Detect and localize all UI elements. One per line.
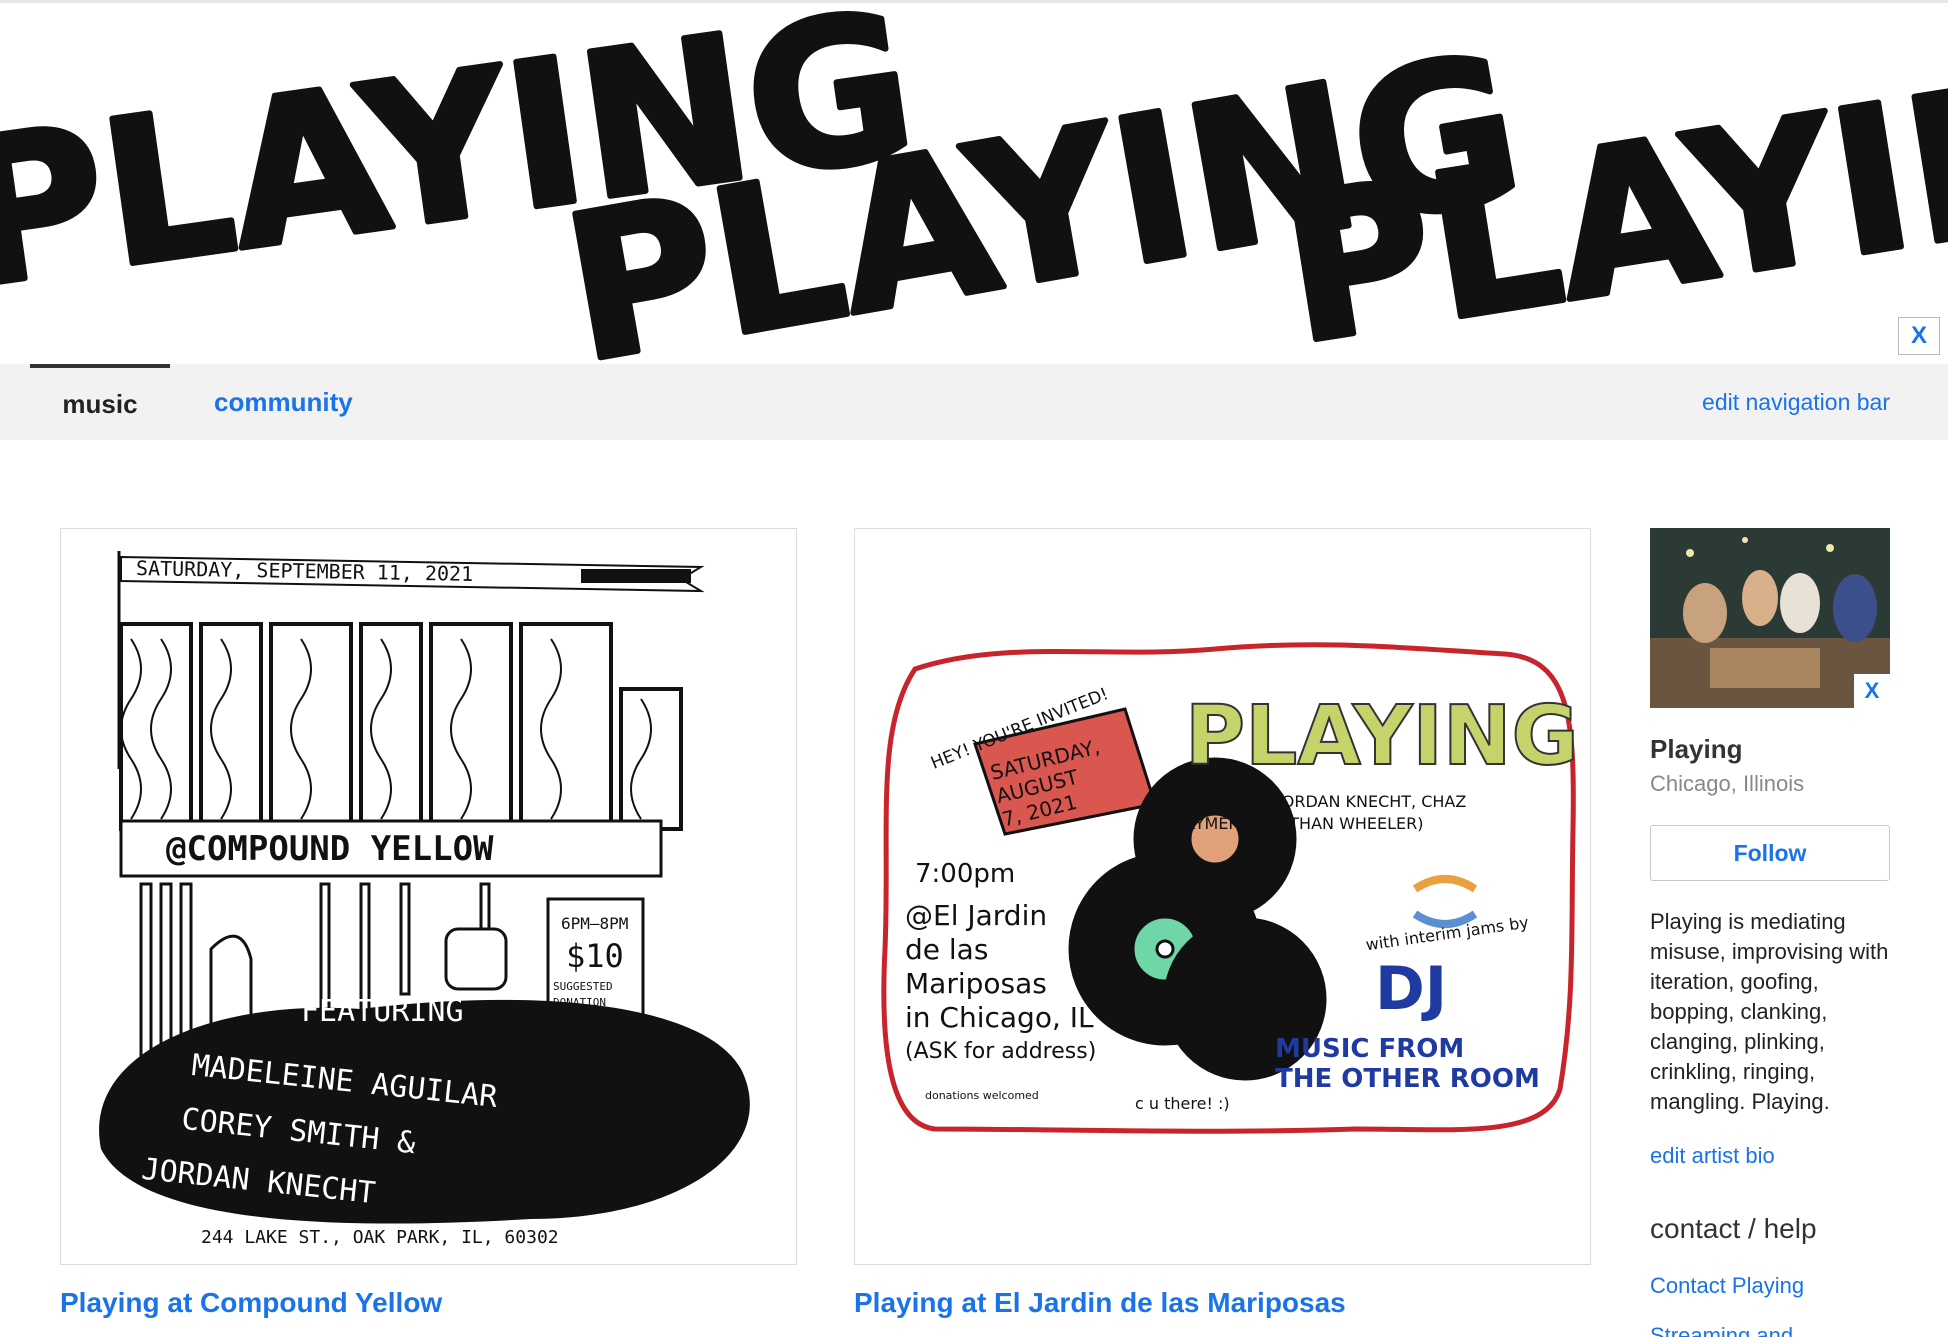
poster-headline: PLAYING bbox=[1184, 688, 1580, 785]
edit-navigation-bar-link[interactable]: edit navigation bar bbox=[1702, 364, 1890, 440]
poster-music-from: MUSIC FROM THE OTHER ROOM bbox=[1275, 1034, 1540, 1094]
poster-signoff: c u there! :) bbox=[1135, 1094, 1230, 1113]
poster-location-line: @El Jardin bbox=[905, 899, 1048, 932]
poster-music-line: THE OTHER ROOM bbox=[1275, 1064, 1540, 1094]
poster-location: @El Jardin de las Mariposas in Chicago, … bbox=[905, 899, 1096, 1069]
streaming-link[interactable]: Streaming and bbox=[1650, 1323, 1890, 1337]
release-title-link[interactable]: Playing at El Jardin de las Mariposas bbox=[854, 1287, 1591, 1319]
poster-location-line: Mariposas bbox=[905, 967, 1047, 1000]
artist-location: Chicago, Illinois bbox=[1650, 771, 1805, 796]
poster-location-line: in Chicago, IL bbox=[905, 1001, 1094, 1034]
close-photo-button[interactable]: X bbox=[1854, 674, 1890, 708]
artist-bio: Playing is mediating misuse, improvising… bbox=[1650, 909, 1889, 1114]
contact-artist-link[interactable]: Contact Playing bbox=[1650, 1273, 1890, 1299]
tab-music[interactable]: music bbox=[30, 364, 170, 440]
poster-price: $10 bbox=[566, 937, 624, 975]
tab-community[interactable]: community bbox=[214, 364, 353, 440]
release-title-link[interactable]: Playing at Compound Yellow bbox=[60, 1287, 797, 1319]
poster-note: SUGGESTED DONATION bbox=[553, 980, 613, 1009]
poster-address: 244 LAKE ST., OAK PARK, IL, 60302 bbox=[201, 1227, 559, 1248]
follow-button[interactable]: Follow bbox=[1650, 825, 1890, 881]
edit-artist-bio-link[interactable]: edit artist bio bbox=[1650, 1143, 1890, 1169]
navigation-bar: music community edit navigation bar bbox=[0, 364, 1948, 440]
contact-help-heading: contact / help bbox=[1650, 1213, 1817, 1244]
poster-location-line: de las bbox=[905, 933, 989, 966]
album-art[interactable]: HEY! YOU'RE INVITED! SATURDAY, AUGUST 7,… bbox=[854, 528, 1591, 1265]
header-banner: PLAYING PLAYING PLAYING X bbox=[0, 0, 1948, 364]
release-card: HEY! YOU'RE INVITED! SATURDAY, AUGUST 7,… bbox=[854, 528, 1591, 1319]
album-art[interactable]: SATURDAY, SEPTEMBER 11, 2021 @COMPOUND Y… bbox=[60, 528, 797, 1265]
poster-location-line: (ASK for address) bbox=[905, 1039, 1097, 1064]
poster-venue: @COMPOUND YELLOW bbox=[166, 829, 494, 869]
poster-dj: DJ bbox=[1375, 954, 1448, 1024]
poster-time: 6PM–8PM bbox=[561, 914, 629, 933]
release-card: SATURDAY, SEPTEMBER 11, 2021 @COMPOUND Y… bbox=[60, 528, 797, 1319]
poster-time: 7:00pm bbox=[915, 859, 1016, 889]
artist-name[interactable]: Playing bbox=[1650, 734, 1890, 765]
close-banner-button[interactable]: X bbox=[1898, 317, 1940, 355]
artist-sidebar: X Playing Chicago, Illinois Follow Playi… bbox=[1650, 528, 1890, 1337]
poster-featuring: (FEATURING JORDAN KNECHT, CHAZ PRYMEK, +… bbox=[1175, 792, 1467, 833]
artist-photo[interactable]: X bbox=[1650, 528, 1890, 708]
poster-artwork bbox=[881, 642, 1576, 1134]
poster-donations: donations welcomed bbox=[925, 1089, 1039, 1102]
poster-featuring: FEATURING bbox=[301, 994, 464, 1029]
poster-music-line: MUSIC FROM bbox=[1275, 1034, 1465, 1064]
banner-logo-artwork: PLAYING PLAYING PLAYING bbox=[0, 3, 1948, 364]
